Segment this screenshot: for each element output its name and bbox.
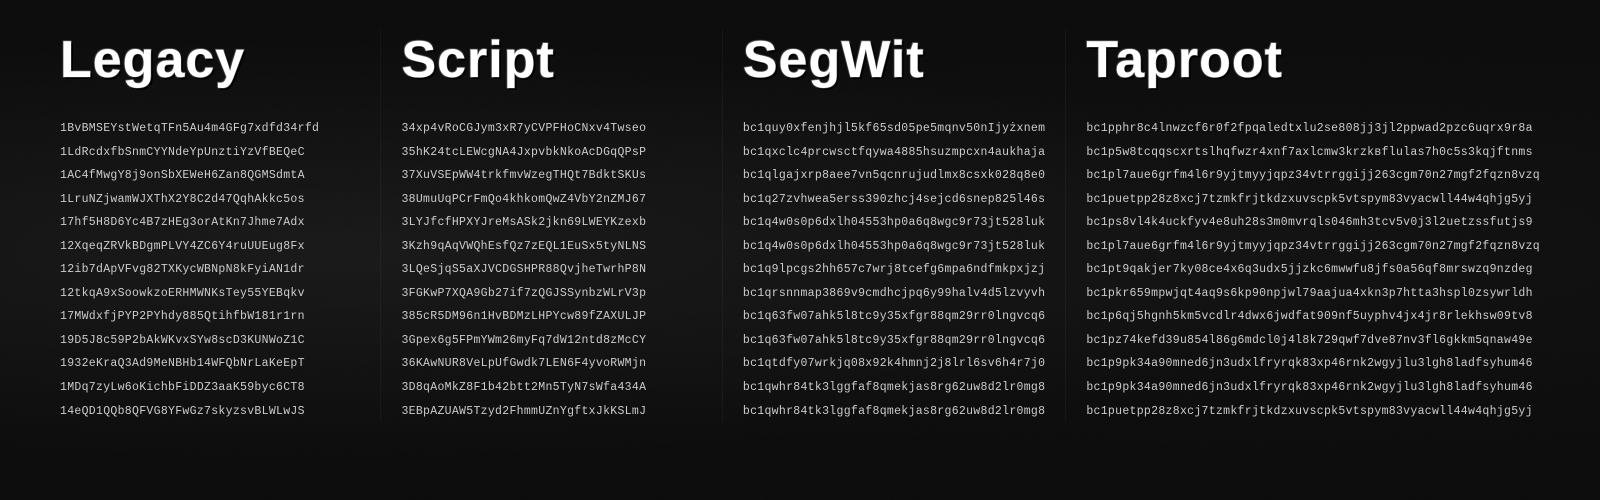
address-item[interactable]: 17MWdxfjPYP2PYhdy885QtihfbW181r1rn bbox=[60, 306, 360, 328]
address-item[interactable]: bc1pt9qakjer7ky08ce4x6q3udx5jjzkc6mwwfu8… bbox=[1086, 259, 1540, 281]
address-item[interactable]: 37XuVSEpWW4trkfmvWzegTHQt7BdktSKUs bbox=[401, 165, 701, 187]
address-item[interactable]: bc1pkr659mpwjqt4aq9s6kp90npjwl79aajua4xk… bbox=[1086, 283, 1540, 305]
address-item[interactable]: bc1q4w0s0p6dxlh04553hp0a6q8wgc9r73jt528l… bbox=[743, 212, 1045, 234]
address-item[interactable]: 19D5J8c59P2bAkWKvxSYw8scD3KUNWoZ1C bbox=[60, 330, 360, 352]
address-item[interactable]: 1AC4fMwgY8j9onSbXEWeH6Zan8QGMSdmtA bbox=[60, 165, 360, 187]
address-item[interactable]: bc1p9pk34a90mned6jn3udxlfryrqk83xp46rnk2… bbox=[1086, 353, 1540, 375]
address-item[interactable]: bc1qrsnnmap3869v9cmdhcjpq6y99halv4d5lzvy… bbox=[743, 283, 1045, 305]
address-item[interactable]: 17hf5H8D6Yc4B7zHEg3orAtKn7Jhme7Adx bbox=[60, 212, 360, 234]
column-taproot: Taproot bc1pphr8c4lnwzcf6r0f2fpqaledtxlu2… bbox=[1066, 30, 1560, 422]
address-item[interactable]: bc1qxclc4prcwsctfqywa4885hsuzmpcxn4aukha… bbox=[743, 142, 1045, 164]
address-item[interactable]: bc1pl7aue6grfm4l6r9yjtmyyjqpz34vtrrggijj… bbox=[1086, 236, 1540, 258]
address-item[interactable]: 12tkqA9xSoowkzoERHMWNKsTey55YEBqkv bbox=[60, 283, 360, 305]
address-item[interactable]: 3LQeSjqS5aXJVCDGSHPR88QvjheTwrhP8N bbox=[401, 259, 701, 281]
address-item[interactable]: bc1q27zvhwea5erss390zhcj4sejcd6snep825l4… bbox=[743, 189, 1045, 211]
address-item[interactable]: 3LYJfcfHPXYJreMsASk2jkn69LWEYKzexb bbox=[401, 212, 701, 234]
address-item[interactable]: 3Kzh9qAqVWQhEsfQz7zEQL1EuSx5tyNLNS bbox=[401, 236, 701, 258]
address-item[interactable]: bc1qwhr84tk3lggfaf8qmekjas8rg62uw8d2lr0m… bbox=[743, 401, 1045, 423]
address-item[interactable]: bc1qlgajxrp8aee7vn5qcnrujudlmx8csxk028q8… bbox=[743, 165, 1045, 187]
address-item[interactable]: 385cR5DM96n1HvBDMzLHPYcw89fZAXULJP bbox=[401, 306, 701, 328]
column-legacy: Legacy 1BvBMSEYstWetqTFn5Au4m4GFg7xdfd34r… bbox=[40, 30, 381, 422]
address-item[interactable]: bc1pz74kefd39u854l86g6mdcl0j4l8k729qwf7d… bbox=[1086, 330, 1540, 352]
address-item[interactable]: 36KAwNUR8VeLpUfGwdk7LEN6F4yvoRWMjn bbox=[401, 353, 701, 375]
address-item[interactable]: 34xp4vRoCGJym3xR7yCVPFHoCNxv4Twseo bbox=[401, 118, 701, 140]
address-item[interactable]: bc1q9lpcgs2hh657c7wrj8tcefg6mpa6ndfmkpxj… bbox=[743, 259, 1045, 281]
address-item[interactable]: 3Gpex6g5FPmYWm26myFq7dW12ntd8zMcCY bbox=[401, 330, 701, 352]
address-item[interactable]: bc1pl7aue6grfm4l6r9yjtmyyjqpz34vtrrggijj… bbox=[1086, 165, 1540, 187]
address-item[interactable]: bc1ps8vl4k4uckfyv4e8uh28s3m0mvrqls046mh3… bbox=[1086, 212, 1540, 234]
address-item[interactable]: 12XqeqZRVkBDgmPLVY4ZC6Y4ruUUEug8Fx bbox=[60, 236, 360, 258]
address-list-segwit: bc1quy0xfenjhjl5kf65sd05pe5mqnv50nIjyżxn… bbox=[743, 118, 1045, 422]
address-list-legacy: 1BvBMSEYstWetqTFn5Au4m4GFg7xdfd34rfd1LdR… bbox=[60, 118, 360, 422]
address-item[interactable]: 12ib7dApVFvg82TXKycWBNpN8kFyiAN1dr bbox=[60, 259, 360, 281]
address-item[interactable]: 3D8qAoMkZ8F1b42btt2Mn5TyN7sWfa434A bbox=[401, 377, 701, 399]
address-item[interactable]: bc1q4w0s0p6dxlh04553hp0a6q8wgc9r73jt528l… bbox=[743, 236, 1045, 258]
address-item[interactable]: 38UmuUqPCrFmQo4khkomQwZ4VbY2nZMJ67 bbox=[401, 189, 701, 211]
address-item[interactable]: bc1p6qj5hgnh5km5vcdlr4dwx6jwdfat909nf5uy… bbox=[1086, 306, 1540, 328]
column-segwit: SegWit bc1quy0xfenjhjl5kf65sd05pe5mqnv50n… bbox=[723, 30, 1066, 422]
address-item[interactable]: bc1puetpp28z8xcj7tzmkfrjtkdzxuvscpk5vtsp… bbox=[1086, 189, 1540, 211]
main-wrapper: Legacy 1BvBMSEYstWetqTFn5Au4m4GFg7xdfd34r… bbox=[0, 0, 1600, 452]
address-item[interactable]: bc1q63fw07ahk5l8tc9y35xfgr88qm29rr0lngvc… bbox=[743, 330, 1045, 352]
address-item[interactable]: 35hK24tcLEWcgNA4JxpvbkNkoAcDGqQPsP bbox=[401, 142, 701, 164]
address-item[interactable]: bc1quy0xfenjhjl5kf65sd05pe5mqnv50nIjyżxn… bbox=[743, 118, 1045, 140]
address-item[interactable]: 1BvBMSEYstWetqTFn5Au4m4GFg7xdfd34rfd bbox=[60, 118, 360, 140]
address-item[interactable]: 1LdRcdxfbSnmCYYNdeYpUnztiYzVfBEQeC bbox=[60, 142, 360, 164]
address-item[interactable]: bc1pphr8c4lnwzcf6r0f2fpqaledtxlu2se808jj… bbox=[1086, 118, 1540, 140]
address-item[interactable]: bc1p5w8tcqqscxrtslhqfwzr4xnf7axlcmw3krzk… bbox=[1086, 142, 1540, 164]
address-item[interactable]: 1MDq7zyLw6oKichbFiDDZ3aaK59byc6CT8 bbox=[60, 377, 360, 399]
address-item[interactable]: 1932eKraQ3Ad9MeNBHb14WFQbNrLaKeEpT bbox=[60, 353, 360, 375]
address-item[interactable]: bc1q63fw07ahk5l8tc9y35xfgr88qm29rr0lngvc… bbox=[743, 306, 1045, 328]
header-legacy: Legacy bbox=[60, 30, 360, 90]
address-item[interactable]: bc1puetpp28z8xcj7tzmkfrjtkdzxuvscpk5vtsp… bbox=[1086, 401, 1540, 423]
address-item[interactable]: 3EBpAZUAW5Tzyd2FhmmUZnYgftxJkKSLmJ bbox=[401, 401, 701, 423]
address-item[interactable]: 1LruNZjwamWJXThX2Y8C2d47QqhAkkc5os bbox=[60, 189, 360, 211]
address-item[interactable]: bc1qwhr84tk3lggfaf8qmekjas8rg62uw8d2lr0m… bbox=[743, 377, 1045, 399]
address-list-taproot: bc1pphr8c4lnwzcf6r0f2fpqaledtxlu2se808jj… bbox=[1086, 118, 1540, 422]
header-segwit: SegWit bbox=[743, 30, 1045, 90]
header-script: Script bbox=[401, 30, 701, 90]
address-item[interactable]: bc1qtdfy07wrkjq08x92k4hmnj2j8lrl6sv6h4r7… bbox=[743, 353, 1045, 375]
address-item[interactable]: 14eQD1QQb8QFVG8YFwGz7skyzsvBLWLwJS bbox=[60, 401, 360, 423]
header-taproot: Taproot bbox=[1086, 30, 1540, 90]
address-item[interactable]: bc1p9pk34a90mned6jn3udxlfryrqk83xp46rnk2… bbox=[1086, 377, 1540, 399]
address-list-script: 34xp4vRoCGJym3xR7yCVPFHoCNxv4Twseo35hK24… bbox=[401, 118, 701, 422]
address-item[interactable]: 3FGKwP7XQA9Gb27if7zQGJSSynbzWLrV3p bbox=[401, 283, 701, 305]
column-script: Script 34xp4vRoCGJym3xR7yCVPFHoCNxv4Twseo… bbox=[381, 30, 722, 422]
